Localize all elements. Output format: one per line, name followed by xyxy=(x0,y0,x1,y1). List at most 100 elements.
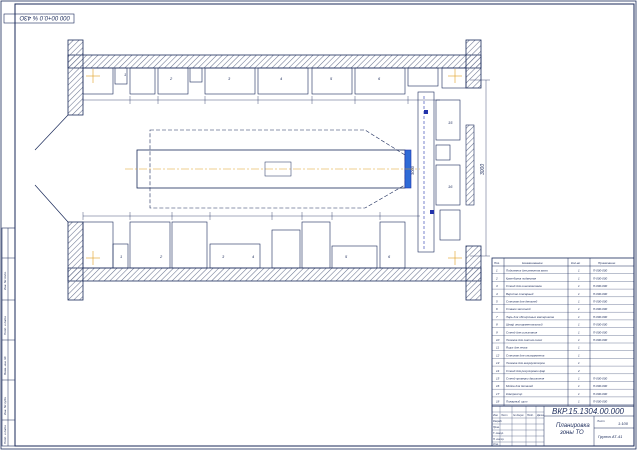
spec-cell-name: Ящик для песка xyxy=(505,346,528,350)
tb-label-nkontr: Н. контр. xyxy=(493,438,505,441)
spec-cell-pos: 15 xyxy=(496,377,500,381)
spec-cell-pos: 5 xyxy=(496,300,498,304)
tb-label-izm: Изм. xyxy=(493,414,499,417)
spec-cell-name: Пожарный щит xyxy=(506,400,528,404)
spec-cell-qty: 1 xyxy=(578,338,580,342)
tb-label-list: Лист xyxy=(500,414,507,417)
bay-bottom-5: 5 xyxy=(345,254,348,259)
spec-cell-note: П-000-000 xyxy=(593,307,608,311)
spec-cell-name: Стеллаж для деталей xyxy=(506,300,538,304)
spec-cell-pos: 3 xyxy=(496,284,498,288)
spec-cell-qty: 1 xyxy=(578,315,580,319)
spec-cell-qty: 1 xyxy=(578,269,580,273)
tb-label-sign: Подп. xyxy=(527,414,534,417)
spec-cell-note: П-000-000 xyxy=(593,284,608,288)
spec-cell-name: Тележка для снятия колес xyxy=(506,338,543,342)
spec-cell-pos: 6 xyxy=(496,307,498,311)
spec-cell-name: Верстак слесарный xyxy=(506,292,534,296)
spec-cell-pos: 14 xyxy=(496,369,500,373)
spec-cell-pos: 11 xyxy=(496,346,499,350)
spec-cell-pos: 7 xyxy=(496,315,498,319)
spec-cell-qty: 1 xyxy=(578,307,580,311)
corner-code: 000 00+0.0 % 4ЗО xyxy=(19,14,70,20)
spec-cell-pos: 1 xyxy=(496,269,498,273)
spec-cell-qty: 1 xyxy=(578,346,580,350)
bay-top-4: 4 xyxy=(280,76,283,81)
dim-vertical: 3000 xyxy=(410,165,415,175)
spec-cell-qty: 1 xyxy=(578,330,580,334)
wall-right-mid xyxy=(465,124,475,206)
mark-16: 16 xyxy=(448,184,453,189)
spec-cell-name: Мойка для деталей xyxy=(506,384,533,388)
doc-code: ВКР.15.1304.00.000 xyxy=(552,407,625,416)
spec-cell-qty: 1 xyxy=(578,361,580,365)
tb-label-doc: № докум. xyxy=(513,414,524,417)
spec-cell-name: Кран-балка подвесная xyxy=(506,276,537,280)
spec-cell-qty: 1 xyxy=(578,384,580,388)
spec-cell-note: П-000-000 xyxy=(593,276,608,280)
spec-cell-name: Ларь для обтирочных материалов xyxy=(505,315,555,319)
spec-cell-name: Стенд для регулировки фар xyxy=(506,369,545,373)
bay-bottom-4: 4 xyxy=(252,254,255,259)
mark-15: 15 xyxy=(448,120,453,125)
spec-cell-pos: 10 xyxy=(496,338,500,342)
spec-cell-note: П-000-000 xyxy=(593,330,608,334)
spec-cell-note: П-000-000 xyxy=(593,384,608,388)
bay-top-1: 1 xyxy=(124,72,126,77)
bay-top-6: 6 xyxy=(378,76,381,81)
title-block: Изм. Лист № докум. Подп. Дата Разраб. Пр… xyxy=(491,405,635,447)
wall-right-top xyxy=(465,39,482,89)
spec-cell-note: П-000-000 xyxy=(593,400,608,404)
spec-cell-qty: 1 xyxy=(578,377,580,381)
side-label-0: Инв. № подл. xyxy=(3,271,7,290)
bay-bottom-1: 1 xyxy=(120,254,122,259)
spec-cell-qty: 1 xyxy=(578,323,580,327)
spec-cell-qty: 1 xyxy=(578,284,580,288)
tb-label-utv: Утв. xyxy=(493,443,499,446)
wall-right-bottom xyxy=(465,245,482,301)
title-line1: Планировка xyxy=(556,423,590,429)
scale: 1:100 xyxy=(618,421,629,426)
bay-bottom-2: 2 xyxy=(159,254,163,259)
tb-label-razrab: Разраб. xyxy=(493,420,502,423)
spec-cell-note: П-000-000 xyxy=(593,323,608,327)
spec-cell-qty: 1 xyxy=(578,400,580,404)
side-label-3: Инв. № дубл. xyxy=(3,396,7,415)
wall-left-top xyxy=(67,39,84,116)
spec-cell-name: Подъемник для ремонта авто xyxy=(506,269,548,273)
dim-right: 3000 xyxy=(480,164,486,175)
spec-table: Поз. Наименование Кол-во Примечание 1 Под… xyxy=(491,257,635,407)
side-stamp: Инв. № подл. Подп. и дата Взам. инв. № И… xyxy=(1,227,16,447)
bay-top-5: 5 xyxy=(330,76,333,81)
tb-label-prov: Пров. xyxy=(493,426,500,429)
spec-cell-note: П-000-000 xyxy=(593,315,608,319)
spec-header-qty: Кол-во xyxy=(571,261,581,265)
spec-cell-name: Стенд для испытания xyxy=(506,330,538,334)
spec-cell-name: Компрессор xyxy=(506,392,523,396)
spec-cell-note: П-000-000 xyxy=(593,300,608,304)
bay-bottom-6: 6 xyxy=(388,254,391,259)
spec-cell-name: Стенд проверки двигателя xyxy=(506,377,545,381)
spec-cell-name: Стеллаж для инструмента xyxy=(506,353,545,357)
spec-header-pos: Поз. xyxy=(494,261,500,265)
bay-top-3: 3 xyxy=(228,76,231,81)
wall-bottom xyxy=(67,267,482,282)
spec-cell-qty: 1 xyxy=(578,392,580,396)
spec-cell-qty: 1 xyxy=(578,353,580,357)
spec-cell-qty: 1 xyxy=(578,292,580,296)
spec-cell-pos: 8 xyxy=(496,323,498,327)
spec-header-name: Наименование xyxy=(522,261,543,265)
spec-cell-pos: 4 xyxy=(496,292,498,296)
spec-cell-qty: 2 xyxy=(577,369,580,373)
side-label-2: Взам. инв. № xyxy=(3,356,7,375)
bay-top-2: 2 xyxy=(169,76,173,81)
spec-cell-qty: 1 xyxy=(578,300,580,304)
title-line2: зоны ТО xyxy=(559,430,584,436)
spec-cell-pos: 12 xyxy=(496,353,500,357)
floor-plan: 1 2 3 4 5 6 1 2 3 4 5 6 3000 3000 15 16 xyxy=(34,39,490,301)
org: Группа АТ-41 xyxy=(598,434,622,439)
spec-cell-name: Тележка для аккумуляторов xyxy=(506,361,545,365)
bay-bottom-3: 3 xyxy=(222,254,225,259)
spec-cell-note: П-000-000 xyxy=(593,269,608,273)
spec-cell-note: П-000-000 xyxy=(593,377,608,381)
